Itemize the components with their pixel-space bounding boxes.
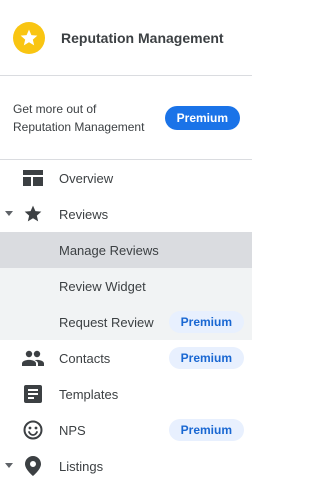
promo-text-line2: Reputation Management [13,119,145,134]
sidebar-item-contacts[interactable]: Contacts Premium [0,340,252,376]
expand-caret-icon[interactable] [5,211,13,216]
star-icon [13,21,45,54]
sidebar-item-label: Request Review [59,314,154,330]
location-pin-icon [22,455,44,477]
sidebar-item-manage-reviews[interactable]: Manage Reviews [0,232,252,268]
dashboard-icon [22,167,44,189]
sidebar-item-label: Overview [59,170,114,186]
sidebar-item-templates[interactable]: Templates [0,376,252,412]
star-icon [22,203,44,225]
sidebar-item-label: Reviews [59,206,109,222]
sidebar-item-label: Manage Reviews [59,242,159,258]
document-icon [22,383,44,405]
premium-button[interactable]: Premium [164,105,240,130]
premium-badge: Premium [168,311,244,333]
premium-promo: Get more out of Reputation Management Pr… [0,76,252,160]
smiley-icon [22,419,44,441]
sidebar-item-label: Review Widget [59,278,146,294]
app-header: Reputation Management [0,0,252,76]
sidebar-item-overview[interactable]: Overview [0,160,252,196]
sidebar-item-label: Templates [59,386,119,402]
sidebar-item-listings[interactable]: Listings [0,448,252,484]
sidebar-item-review-widget[interactable]: Review Widget [0,268,252,304]
sidebar-item-label: NPS [59,422,86,438]
promo-text-line1: Get more out of [13,101,97,116]
app-title: Reputation Management [61,29,224,46]
people-icon [22,347,44,369]
sidebar-item-label: Contacts [59,350,111,366]
promo-text: Get more out of Reputation Management [13,100,144,136]
premium-badge: Premium [168,419,244,441]
premium-badge: Premium [168,347,244,369]
sidebar-item-reviews[interactable]: Reviews [0,196,252,232]
sidebar-item-request-review[interactable]: Request Review Premium [0,304,252,340]
sidebar-item-label: Listings [59,458,104,474]
sidebar-item-nps[interactable]: NPS Premium [0,412,252,448]
